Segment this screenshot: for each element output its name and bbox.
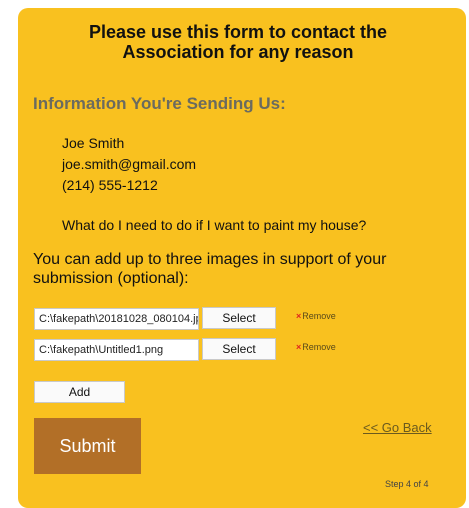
go-back-link[interactable]: << Go Back — [363, 420, 432, 435]
sender-email: joe.smith@gmail.com — [62, 156, 197, 172]
add-image-button[interactable]: Add — [34, 381, 125, 403]
form-title: Please use this form to contact the Asso… — [18, 22, 458, 62]
file-path-input[interactable]: C:\fakepath\Untitled1.png — [34, 339, 199, 361]
submit-button[interactable]: Submit — [34, 418, 141, 474]
message-text: What do I need to do if I want to paint … — [62, 217, 367, 233]
remove-x-icon: × — [296, 311, 302, 321]
remove-label: Remove — [302, 311, 336, 321]
remove-label: Remove — [302, 342, 336, 352]
sender-name: Joe Smith — [62, 135, 125, 151]
sender-phone: (214) 555-1212 — [62, 177, 158, 193]
form-title-line-2: Association for any reason — [122, 42, 354, 62]
contact-form-panel: Please use this form to contact the Asso… — [18, 8, 466, 508]
remove-x-icon: × — [296, 342, 302, 352]
file-path-input[interactable]: C:\fakepath\20181028_080104.jpg — [34, 308, 199, 330]
sender-info: Joe Smith joe.smith@gmail.com (214) 555-… — [62, 133, 196, 196]
select-file-button[interactable]: Select — [202, 338, 276, 360]
remove-file-link[interactable]: ×Remove — [296, 311, 336, 321]
select-file-button[interactable]: Select — [202, 307, 276, 329]
step-indicator: Step 4 of 4 — [385, 479, 429, 489]
section-heading: Information You're Sending Us: — [33, 94, 286, 113]
form-title-line-1: Please use this form to contact the — [88, 22, 388, 42]
images-note: You can add up to three images in suppor… — [33, 251, 387, 287]
remove-file-link[interactable]: ×Remove — [296, 342, 336, 352]
